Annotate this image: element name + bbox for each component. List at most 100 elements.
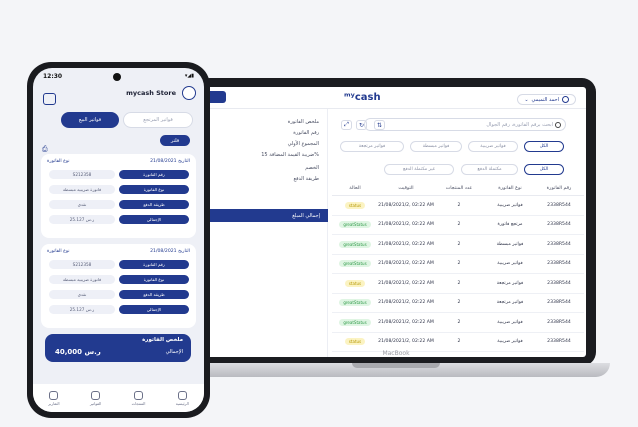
phone-mockup: 12:30 ▾◢▮ mycash Store فواتير البيع فوات… [27, 62, 210, 418]
status-cell: greatStatus [332, 299, 378, 307]
status-cell: greatStatus [332, 260, 378, 268]
number-cell: 2338R544 [547, 222, 571, 228]
filter-chip-returned[interactable]: فواتير مرتجعة [340, 141, 404, 152]
count-cell: 2 [457, 241, 461, 247]
count-cell: 2 [457, 222, 461, 228]
tab-label: التقارير [48, 400, 60, 406]
filter-chip-all[interactable]: الكل [524, 141, 564, 152]
invoice-summary[interactable]: ملخص الفاتورة الإجمالي 40,000 ر.س [45, 334, 191, 362]
date-cell: 21/08/2021/2, 02:22 AM [378, 241, 434, 247]
search-placeholder: ابحث برقم الفاتورة، رقم الجوال [486, 121, 553, 128]
date-cell: 21/08/2021/2, 02:22 AM [378, 202, 434, 208]
status-badge: greatStatus [339, 221, 371, 229]
row-value: نقدي [49, 290, 115, 299]
products-icon [134, 390, 144, 400]
table-row[interactable]: status 21/08/2021/2, 02:22 AM 2 فواتير ضريب… [332, 196, 584, 216]
chevron-down-icon: ⌄ [524, 96, 529, 103]
card-date-label: التاريخ [178, 159, 190, 164]
table-row[interactable]: greatStatus 21/08/2021/2, 02:22 AM 2 فواتير… [332, 294, 584, 313]
card-type: نوع الفاتورة [47, 159, 70, 164]
detail-line: الخصم [305, 165, 319, 171]
bottom-tab-bar: التقارير الفواتير المنتجات الرئيسية [33, 384, 204, 412]
row-value: فاتورة ضريبية مبسطة [49, 185, 115, 194]
camera-punch-hole [113, 73, 121, 81]
count-cell: 2 [457, 202, 461, 208]
card-date: 21/08/2021 [150, 159, 177, 164]
avatar[interactable] [182, 86, 196, 100]
filter-chip-tax[interactable]: فواتير ضريبية [468, 141, 518, 152]
row-label: الإجمالي [119, 305, 189, 314]
status-cell: status [332, 201, 378, 209]
count-cell: 2 [457, 280, 461, 286]
table-row[interactable]: greatStatus 21/08/2021/2, 02:22 AM 2 مرتجع … [332, 216, 584, 235]
tab-label: الرئيسية [175, 400, 189, 406]
number-cell: 2338R544 [547, 339, 571, 345]
invoice-card[interactable]: نوع الفاتورة 21/08/2021 التاريخ رقم الفا… [41, 154, 196, 238]
filter-chip-simple[interactable]: فواتير مبسطة [410, 141, 462, 152]
date-cell: 21/08/2021/2, 02:22 AM [378, 261, 434, 267]
user-menu[interactable]: ⌄ احمد التميمي [517, 94, 576, 105]
row-label: طريقة الدفع [119, 290, 189, 299]
tab-reports[interactable]: التقارير [48, 390, 60, 406]
tab-invoices[interactable]: الفواتير [89, 390, 102, 406]
col-type: نوع الفاتورة [498, 186, 522, 191]
laptop-base [182, 363, 610, 377]
top-bar: ᵐʸcash ⌄ احمد التميمي [206, 87, 586, 109]
store-title: mycash Store [126, 89, 176, 97]
col-number: رقم الفاتورة [546, 186, 572, 191]
date-cell: 21/08/2021/2, 02:22 AM [378, 300, 434, 306]
number-cell: 2338R544 [547, 280, 571, 286]
app-logo: ᵐʸcash [344, 92, 381, 103]
payment-chip-all[interactable]: الكل [524, 164, 564, 175]
card-header: نوع الفاتورة 21/08/2021 التاريخ [47, 159, 190, 164]
type-cell: فواتير مرتجعة [496, 300, 524, 306]
col-date: التوقيت [398, 186, 414, 191]
table-row[interactable]: greatStatus 21/08/2021/2, 02:22 AM 2 فواتير… [332, 235, 584, 255]
detail-line: طريقة الدفع [293, 176, 319, 182]
row-value: S212358 [49, 170, 115, 179]
status-cell: status [332, 338, 378, 346]
count-cell: 2 [457, 339, 461, 345]
expand-icon[interactable]: ⤢ [341, 120, 352, 130]
table-row[interactable]: greatStatus 21/08/2021/2, 02:22 AM 2 فواتير… [332, 313, 584, 333]
table-header: الحالة التوقيت عدد المنتجات نوع الفاتورة… [332, 182, 584, 196]
row-label: رقم الفاتورة [119, 170, 189, 179]
card-date: 21/08/2021 [150, 249, 177, 254]
status-badge: status [344, 201, 366, 209]
detail-line: رقم الفاتورة [293, 130, 319, 136]
tab-home[interactable]: الرئيسية [175, 390, 189, 406]
search-input[interactable]: ابحث برقم الفاتورة، رقم الجوال [364, 118, 566, 131]
menu-icon[interactable] [43, 93, 56, 105]
invoice-card[interactable]: نوع الفاتورة 21/08/2021 التاريخ رقم الفا… [41, 244, 196, 328]
type-cell: مرتجع فاتورة [497, 222, 523, 228]
total-amount-bar: إجمالي المبلغ [206, 209, 328, 222]
type-cell: فواتير ضريبية [497, 202, 523, 208]
user-name: احمد التميمي [531, 96, 559, 103]
summary-total-label: الإجمالي [165, 349, 183, 355]
payment-chip-complete[interactable]: مكتملة الدفع [461, 164, 518, 175]
payment-chip-incomplete[interactable]: غير مكتملة الدفع [384, 164, 454, 175]
return-invoices-button[interactable]: فواتير المرتجع [123, 112, 193, 128]
row-label: رقم الفاتورة [119, 260, 189, 269]
number-cell: 2338R544 [547, 261, 571, 267]
summary-total-value: 40,000 ر.س [55, 348, 101, 356]
sales-invoices-button[interactable]: فواتير البيع [61, 112, 119, 128]
status-badge: status [344, 338, 366, 346]
reports-icon [49, 390, 59, 400]
print-icon[interactable]: ⎙ [42, 145, 48, 154]
table-row[interactable]: greatStatus 21/08/2021/2, 02:22 AM 2 فواتير… [332, 255, 584, 274]
col-status: الحالة [349, 186, 361, 191]
table-row[interactable]: status 21/08/2021/2, 02:22 AM 2 فواتير مرتج… [332, 274, 584, 294]
laptop-notch [352, 363, 440, 368]
filter-button[interactable]: فلتر [160, 135, 190, 146]
row-label: الإجمالي [119, 215, 189, 224]
row-value: 25.127 ر.س [49, 215, 115, 224]
home-icon [177, 390, 187, 400]
detail-line: المجموع الأولي [287, 141, 319, 147]
status-badge: greatStatus [339, 240, 371, 248]
tab-products[interactable]: المنتجات [132, 390, 145, 406]
tab-label: الفواتير [89, 400, 102, 406]
avatar [562, 96, 569, 103]
invoice-detail-pane: ملخص الفاتورة رقم الفاتورة المجموع الأول… [206, 109, 328, 357]
row-value: فاتورة ضريبية مبسطة [49, 275, 115, 284]
